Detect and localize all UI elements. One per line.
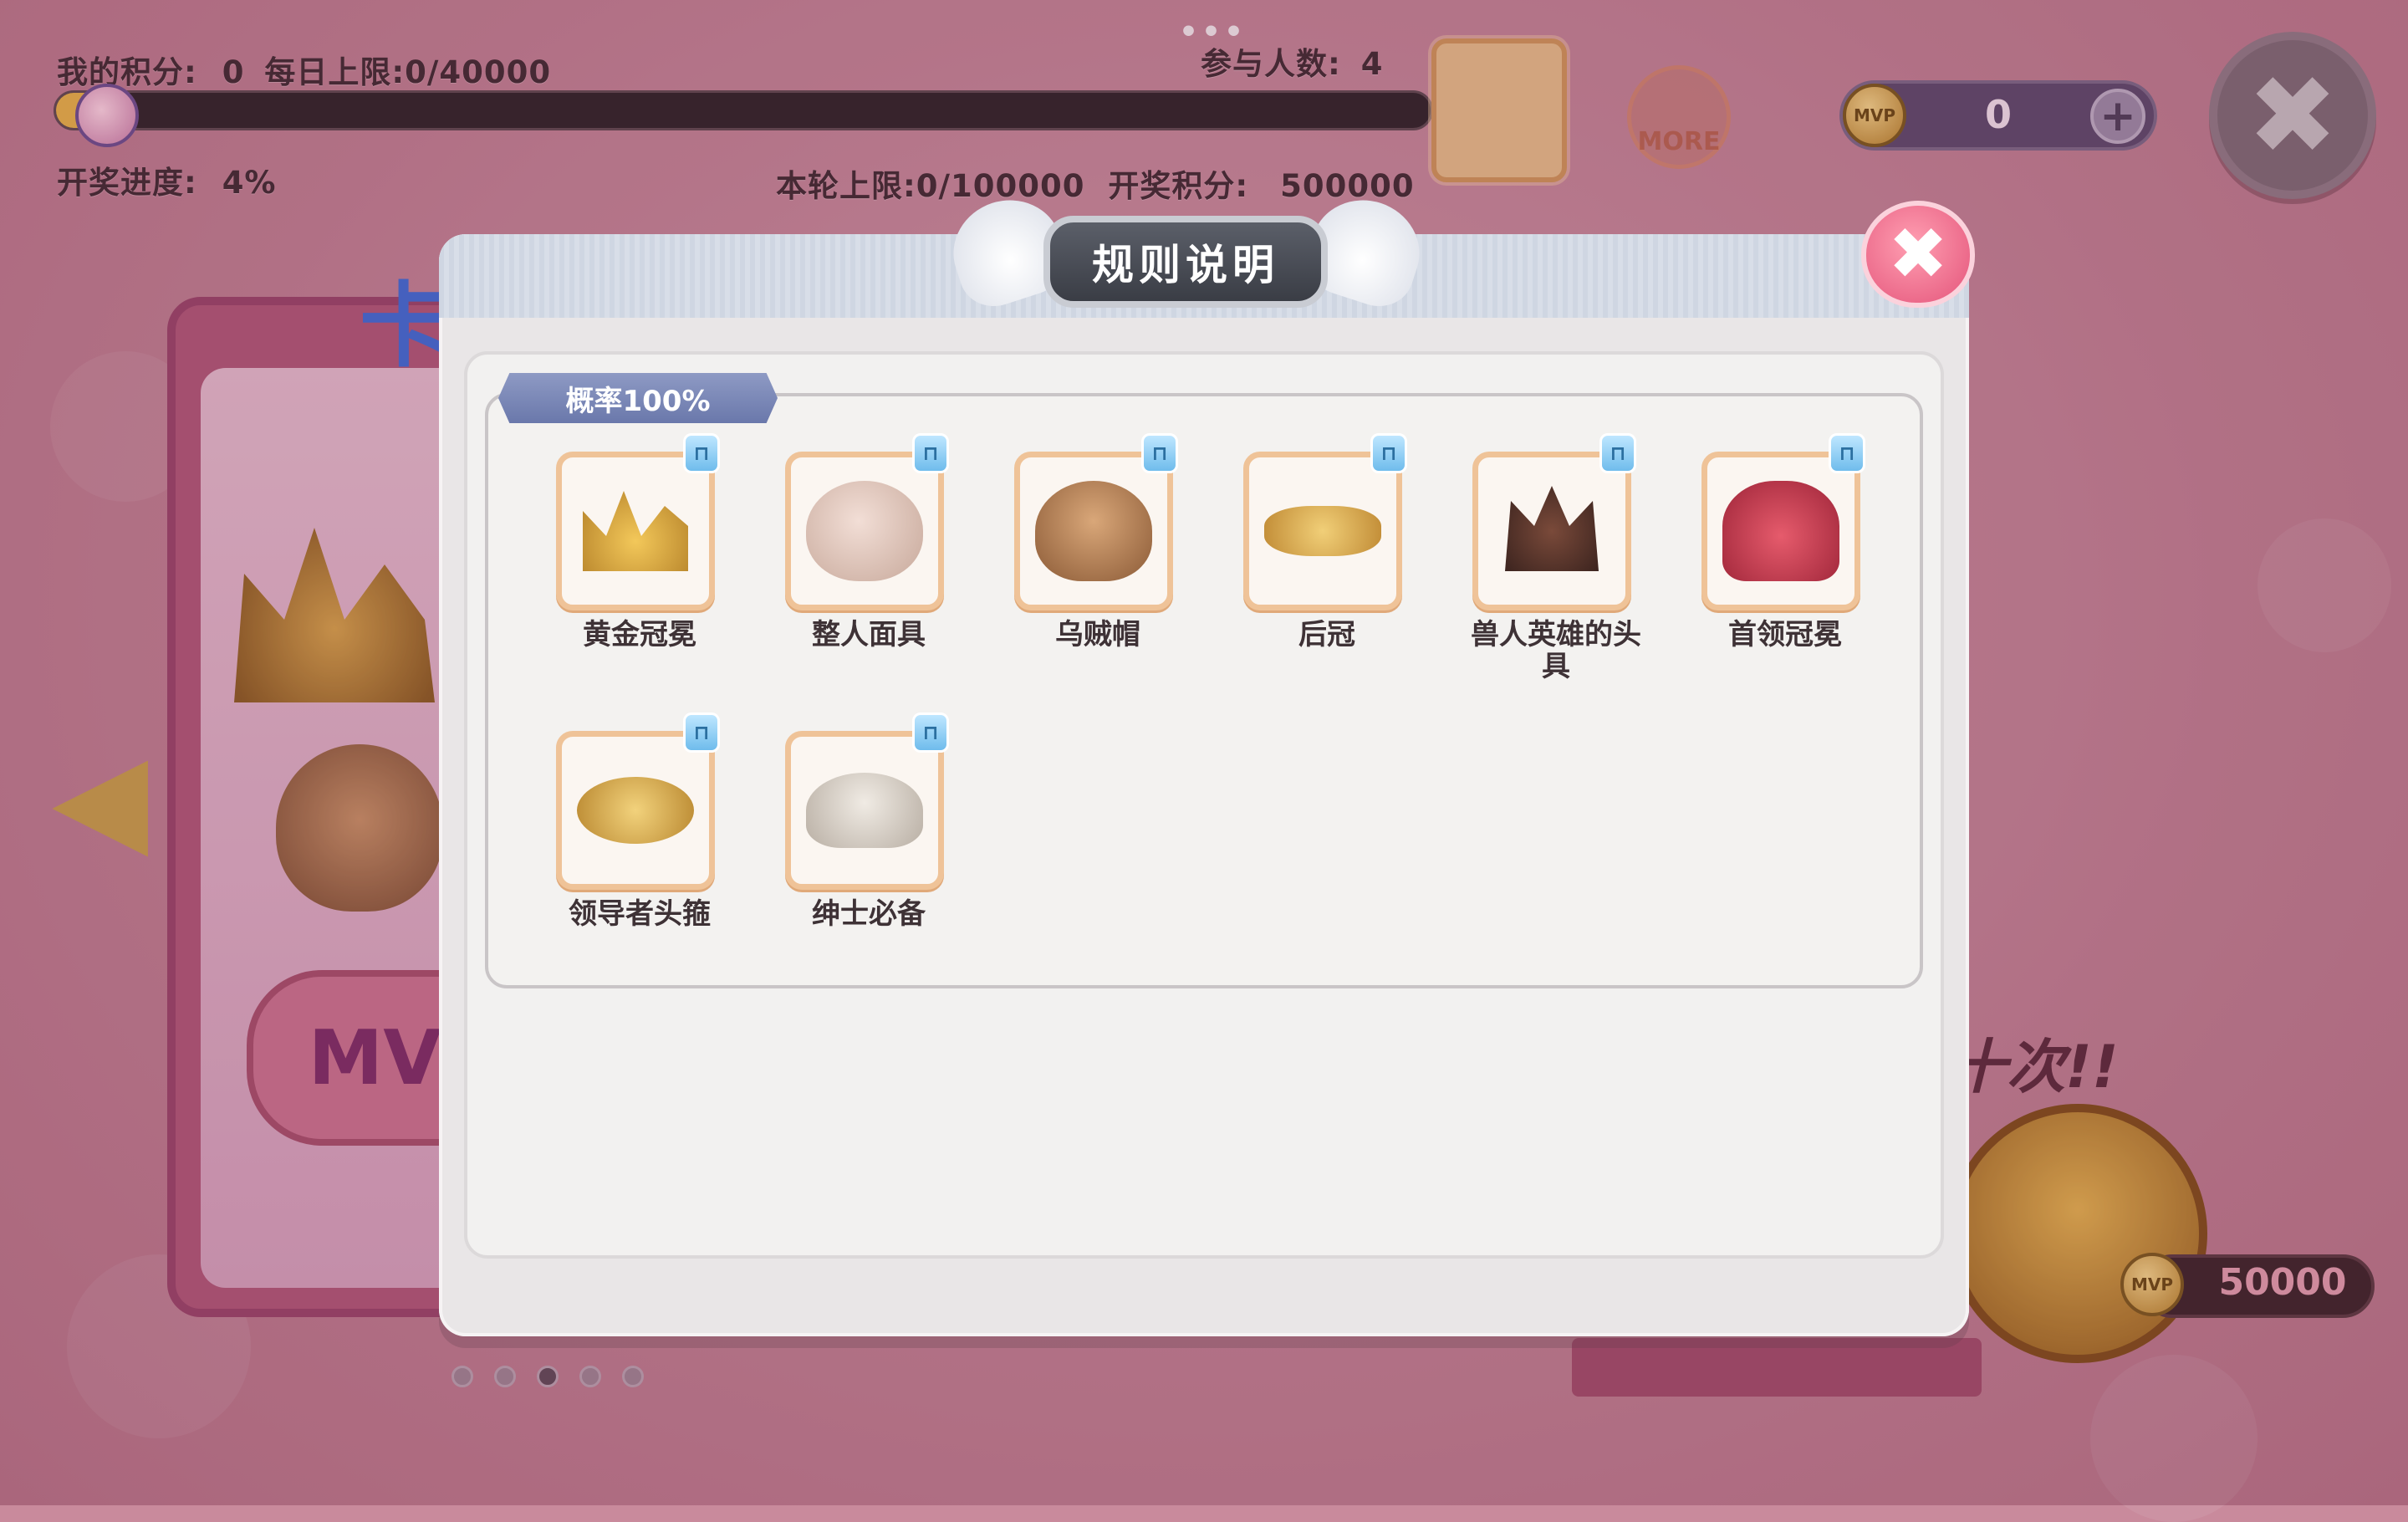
reward-item-label: 领导者头箍 [569, 897, 711, 931]
reward-item-frame[interactable] [785, 731, 944, 890]
gentleman-hat-icon [806, 773, 923, 848]
lock-icon: ⊓ [1829, 433, 1865, 473]
lock-icon: ⊓ [912, 712, 949, 753]
leader-circlet-icon [577, 777, 694, 844]
reward-item-label: 绅士必备 [812, 897, 926, 931]
reward-item-frame[interactable] [785, 452, 944, 610]
reward-item-frame[interactable] [1243, 452, 1402, 610]
reward-item-frame[interactable] [1472, 452, 1631, 610]
lock-icon: ⊓ [1599, 433, 1636, 473]
queen-tiara-icon [1264, 506, 1381, 556]
orc-hero-helm-icon [1505, 486, 1599, 571]
reward-item-label: 兽人英雄的头具 [1471, 618, 1641, 683]
squid-hat-icon [1035, 481, 1152, 581]
dialog-title: 规则说明 [1043, 216, 1328, 308]
reward-item-label: 后冠 [1298, 618, 1355, 651]
close-dialog-button[interactable]: ✖ [1861, 201, 1975, 308]
probability-badge: 概率100% [498, 373, 778, 423]
reward-item-label: 整人面具 [812, 618, 926, 651]
chief-crown-icon [1722, 481, 1839, 581]
lock-icon: ⊓ [683, 712, 720, 753]
lock-icon: ⊓ [1370, 433, 1407, 473]
prank-mask-icon [806, 481, 923, 581]
reward-item-label: 乌贼帽 [1055, 618, 1140, 651]
lock-icon: ⊓ [683, 433, 720, 473]
reward-item-frame[interactable] [556, 731, 715, 890]
reward-item-frame[interactable] [1014, 452, 1173, 610]
golden-crown-icon [583, 491, 688, 571]
lock-icon: ⊓ [1141, 433, 1178, 473]
reward-item-label: 首领冠冕 [1728, 618, 1842, 651]
reward-item-frame[interactable] [1701, 452, 1860, 610]
reward-item-frame[interactable] [556, 452, 715, 610]
lock-icon: ⊓ [912, 433, 949, 473]
reward-item-label: 黄金冠冕 [583, 618, 696, 651]
